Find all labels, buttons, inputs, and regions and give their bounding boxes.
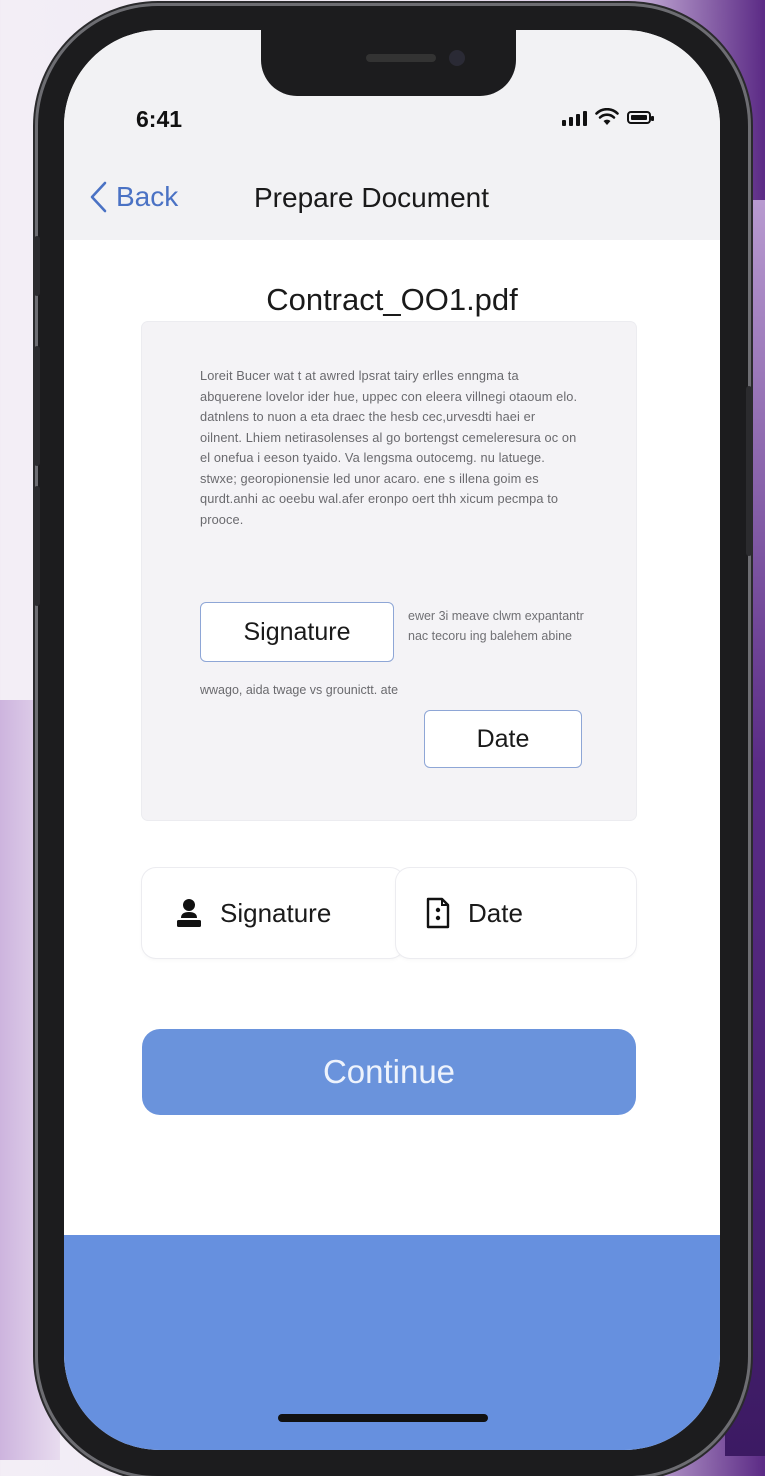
page-title: Prepare Document: [254, 182, 490, 213]
document-bottom-text: wwago, aida twage vs grounictt. ate: [200, 683, 399, 697]
status-icons: [562, 108, 654, 126]
wifi-icon: [595, 108, 619, 125]
signature-field-label: Signature: [243, 617, 351, 646]
document-date-icon: [426, 897, 450, 929]
date-field[interactable]: Date: [424, 710, 582, 768]
mute-switch: [34, 236, 40, 296]
continue-button[interactable]: Continue: [142, 1029, 636, 1115]
front-camera: [449, 50, 465, 66]
status-time: 6:41: [136, 106, 183, 132]
signature-tool-button[interactable]: Signature: [142, 868, 404, 958]
document-filename: Contract_OO1.pdf: [266, 282, 518, 317]
cellular-signal-icon: [562, 110, 587, 126]
phone-screen: 6:41 Back Prepare Document Contract_OO1.…: [64, 30, 720, 1450]
home-indicator[interactable]: [278, 1414, 488, 1422]
navigation-bar: Back Prepare Document: [64, 140, 720, 240]
back-button[interactable]: Back: [88, 180, 178, 214]
document-body-text: Loreit Bucer wat t at awred lpsrat tairy…: [200, 368, 578, 527]
volume-down-button: [34, 486, 40, 606]
power-button: [746, 386, 752, 556]
volume-up-button: [34, 346, 40, 466]
battery-icon: [627, 111, 654, 124]
person-stamp-icon: [177, 899, 201, 927]
speaker-grille: [366, 54, 436, 62]
signature-field[interactable]: Signature: [200, 602, 394, 662]
document-preview: Loreit Bucer wat t at awred lpsrat tairy…: [142, 322, 636, 820]
chevron-left-icon: [90, 181, 107, 213]
document-side-text: ewer 3i meave clwm expantantr nac tecoru…: [408, 609, 584, 643]
field-tools: Signature Date: [142, 868, 636, 958]
date-tool-button[interactable]: Date: [396, 868, 636, 958]
back-label: Back: [116, 181, 179, 212]
notch: [261, 30, 516, 96]
continue-label: Continue: [322, 1053, 456, 1090]
date-tool-label: Date: [468, 897, 523, 928]
date-field-label: Date: [476, 724, 530, 753]
signature-tool-label: Signature: [220, 897, 332, 928]
